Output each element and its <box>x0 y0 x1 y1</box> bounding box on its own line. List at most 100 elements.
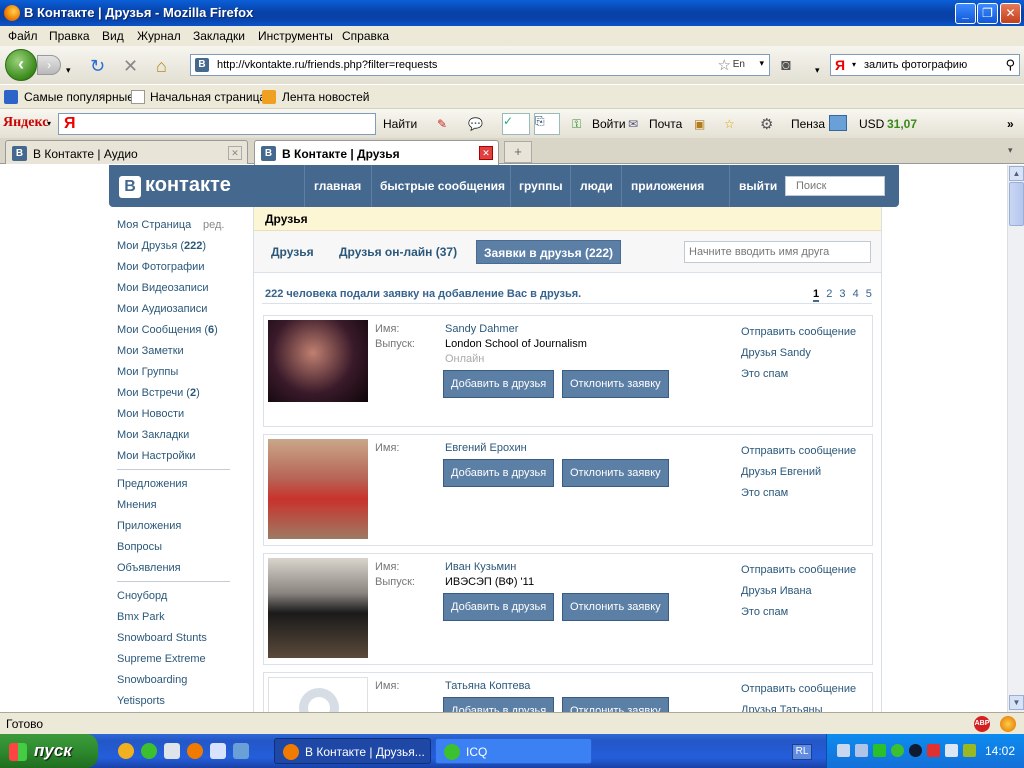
new-tab-icon[interactable]: + <box>504 141 532 163</box>
chat-icon[interactable]: 💬 <box>468 117 483 131</box>
add-friend-button[interactable]: Добавить в друзья <box>443 697 555 712</box>
menu-my-events[interactable]: Мои Встречи (2) <box>117 387 200 399</box>
forward-button[interactable]: › <box>37 55 61 75</box>
page-2[interactable]: 2 <box>826 288 832 300</box>
menu-applications[interactable]: Приложения <box>117 520 181 532</box>
tab-friends[interactable]: В В Контакте | Друзья ✕ <box>254 140 499 165</box>
send-message-link[interactable]: Отправить сообщение <box>741 445 856 457</box>
tab-audio[interactable]: В В Контакте | Аудио ✕ <box>5 140 248 164</box>
friend-filter-input[interactable]: Начните вводить имя друга <box>684 241 871 263</box>
tray-status-icon[interactable] <box>873 744 886 757</box>
yandex-login-button[interactable]: Войти <box>592 117 626 131</box>
menu-my-audio[interactable]: Мои Аудиозаписи <box>117 303 207 315</box>
friends-of-link[interactable]: Друзья Евгений <box>741 466 821 478</box>
adblock-icon[interactable]: ABP <box>974 716 990 732</box>
yandex-menu-dropdown-icon[interactable]: ▾ <box>47 119 51 128</box>
home-icon[interactable]: ⌂ <box>156 57 167 75</box>
weather-city[interactable]: Пенза <box>791 117 825 131</box>
subtab-friends-online[interactable]: Друзья он-лайн (37) <box>339 245 457 259</box>
tab-close-icon[interactable]: ✕ <box>479 146 493 160</box>
tray-antivirus-icon[interactable] <box>927 744 940 757</box>
subtab-friends[interactable]: Друзья <box>271 245 314 259</box>
send-message-link[interactable]: Отправить сообщение <box>741 683 856 695</box>
menu-bookmarks[interactable]: Закладки <box>193 29 245 43</box>
tray-network-icon[interactable] <box>837 744 850 757</box>
yandex-mail-button[interactable]: Почта <box>649 117 682 131</box>
bookmark-star-icon[interactable]: ☆ <box>718 56 731 74</box>
decline-request-button[interactable]: Отклонить заявку <box>562 593 669 621</box>
toolbar-overflow-icon[interactable]: » <box>1007 117 1014 131</box>
bookmark-start-page[interactable]: Начальная страница <box>150 90 266 104</box>
menu-help[interactable]: Справка <box>342 29 389 43</box>
menu-app-yetisports[interactable]: Yetisports <box>117 695 165 707</box>
quicklaunch-icq-icon[interactable] <box>141 743 157 759</box>
spellcheck-icon[interactable]: ✓ <box>502 113 530 135</box>
url-dropdown-icon[interactable]: ▾ <box>759 58 764 69</box>
menu-opinions[interactable]: Мнения <box>117 499 157 511</box>
add-friend-button[interactable]: Добавить в друзья <box>443 459 555 487</box>
menu-my-bookmarks[interactable]: Мои Закладки <box>117 429 189 441</box>
vk-nav-groups[interactable]: группы <box>519 179 563 193</box>
friends-of-link[interactable]: Друзья Sandy <box>741 347 811 359</box>
tab-list-icon[interactable]: ▾ <box>1008 145 1013 156</box>
vk-nav-home[interactable]: главная <box>314 179 361 193</box>
tray-agent-icon[interactable] <box>909 744 922 757</box>
avatar[interactable] <box>268 320 368 402</box>
scroll-thumb[interactable] <box>1009 182 1024 226</box>
menu-history[interactable]: Журнал <box>137 29 181 43</box>
usd-rate[interactable]: 31,07 <box>887 117 917 131</box>
quicklaunch-media-icon[interactable] <box>233 743 249 759</box>
menu-app-snowboard[interactable]: Сноуборд <box>117 590 167 602</box>
engine-dropdown-icon[interactable]: ▾ <box>852 60 856 69</box>
vk-nav-quick-messages[interactable]: быстрые сообщения <box>380 179 505 193</box>
menu-file[interactable]: Файл <box>8 29 38 43</box>
requester-name[interactable]: Иван Кузьмин <box>445 561 516 573</box>
menu-questions[interactable]: Вопросы <box>117 541 162 553</box>
decline-request-button[interactable]: Отклонить заявку <box>562 459 669 487</box>
yandex-search-engine-icon[interactable]: Я <box>835 57 845 73</box>
task-firefox[interactable]: В Контакте | Друзья... <box>274 738 431 764</box>
key-icon[interactable]: ⚿ <box>572 117 581 132</box>
url-bar[interactable]: В http://vkontakte.ru/friends.php?filter… <box>190 54 770 76</box>
send-message-link[interactable]: Отправить сообщение <box>741 564 856 576</box>
search-icon[interactable]: ⚲ <box>1005 57 1015 73</box>
bookmark-most-visited[interactable]: Самые популярные <box>24 90 134 104</box>
spam-link[interactable]: Это спам <box>741 487 788 499</box>
bag-icon[interactable]: ▣ <box>694 117 705 131</box>
tray-app-icon[interactable] <box>963 744 976 757</box>
menu-app-snowboard-stunts[interactable]: Snowboard Stunts <box>117 632 207 644</box>
maximize-button[interactable]: ❐ <box>977 3 998 24</box>
menu-app-bmx-park[interactable]: Bmx Park <box>117 611 165 623</box>
yandex-search-input[interactable]: Я <box>58 113 376 135</box>
menu-my-friends[interactable]: Мои Друзья (222) <box>117 240 206 252</box>
star-icon[interactable]: ☆ <box>724 117 735 131</box>
friends-of-link[interactable]: Друзья Ивана <box>741 585 812 597</box>
vk-nav-logout[interactable]: выйти <box>739 179 777 193</box>
menu-my-settings[interactable]: Мои Настройки <box>117 450 196 462</box>
menu-app-supreme-extreme[interactable]: Supreme Extreme <box>117 653 206 665</box>
close-button[interactable]: ✕ <box>1000 3 1021 24</box>
search-box[interactable]: Я ▾ залить фотографию ⚲ <box>830 54 1020 76</box>
add-friend-button[interactable]: Добавить в друзья <box>443 593 555 621</box>
menu-ads[interactable]: Объявления <box>117 562 181 574</box>
vk-search-input[interactable]: Поиск <box>785 176 885 196</box>
avatar[interactable] <box>268 439 368 539</box>
add-friend-button[interactable]: Добавить в друзья <box>443 370 555 398</box>
page-1[interactable]: 1 <box>813 288 820 302</box>
vk-nav-people[interactable]: люди <box>580 179 613 193</box>
highlight-icon[interactable]: ✎ <box>437 117 447 131</box>
window-titlebar[interactable]: В Контакте | Друзья - Mozilla Firefox _ … <box>0 0 1024 26</box>
reload-icon[interactable]: ↻ <box>90 57 105 75</box>
translate-icon[interactable]: ⎘ <box>534 113 560 135</box>
requester-name[interactable]: Sandy Dahmer <box>445 323 518 335</box>
settings-icon[interactable]: ⚙ <box>760 115 773 133</box>
minimize-button[interactable]: _ <box>955 3 976 24</box>
page-4[interactable]: 4 <box>853 288 859 300</box>
screenshot-icon[interactable]: ◙ <box>781 57 791 75</box>
menu-my-videos[interactable]: Мои Видеозаписи <box>117 282 209 294</box>
menu-offers[interactable]: Предложения <box>117 478 188 490</box>
decline-request-button[interactable]: Отклонить заявку <box>562 370 669 398</box>
firefox-status-icon[interactable] <box>1000 716 1016 732</box>
yandex-logo[interactable]: Яндекс <box>3 115 48 131</box>
screenshot-dropdown-icon[interactable]: ▾ <box>815 61 820 79</box>
